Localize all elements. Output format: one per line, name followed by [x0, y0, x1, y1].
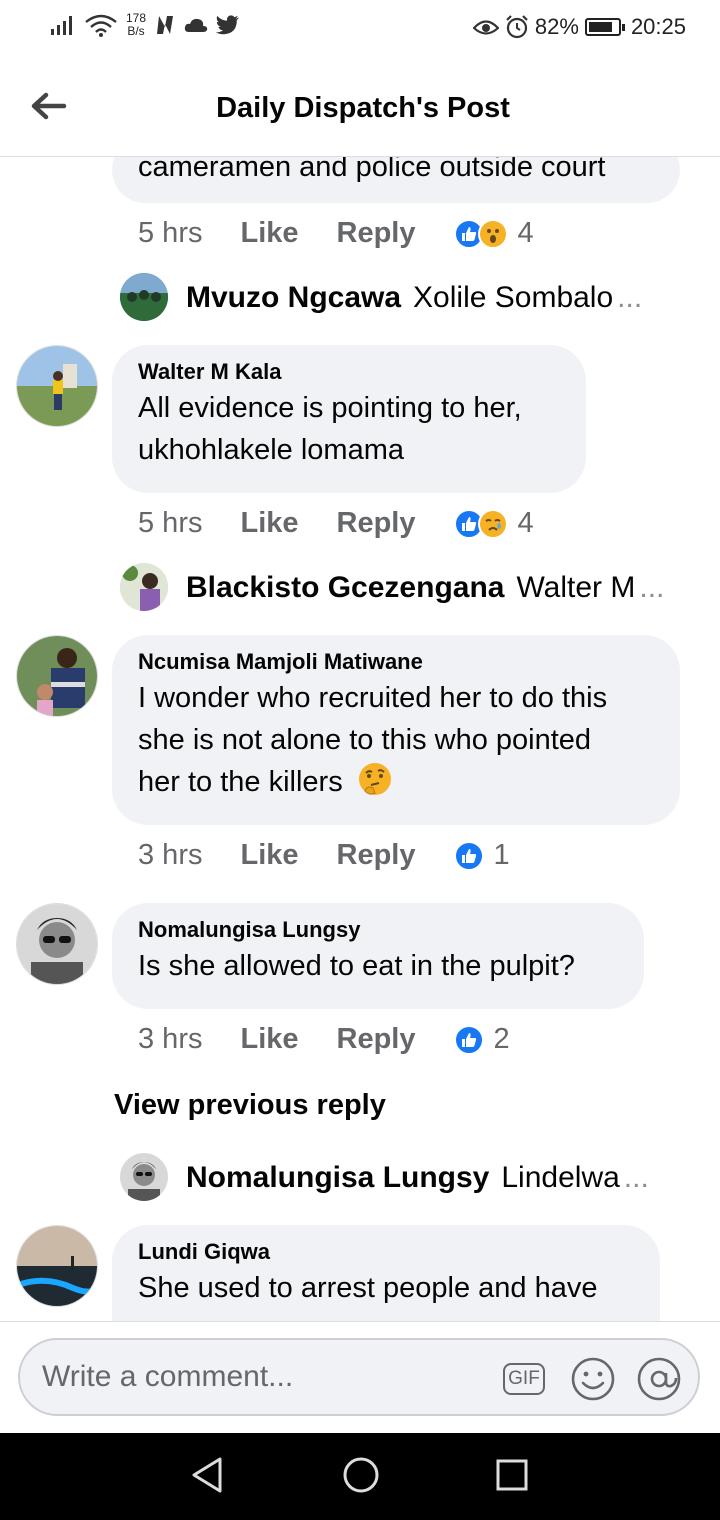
status-bar: 178 B/s 82% 20:25: [0, 0, 720, 62]
alarm-icon: [506, 15, 528, 39]
emoji-icon[interactable]: [570, 1356, 616, 1402]
reaction-count: 4: [517, 507, 534, 539]
comment-author[interactable]: Ncumisa Mamjoli Matiwane: [138, 647, 654, 677]
comment-author[interactable]: Nomalungisa Lungsy: [138, 915, 618, 945]
comment-text: cameramen and police outside court: [138, 157, 606, 183]
reply-preview[interactable]: Mvuzo Ngcawa Xolile Sombalo ...: [186, 281, 642, 315]
n-notification-icon: [157, 16, 174, 34]
avatar[interactable]: [120, 273, 168, 321]
like-button[interactable]: Like: [240, 217, 298, 250]
reply-ellipsis: ...: [623, 1161, 649, 1194]
thinking-face-icon: [358, 763, 391, 795]
wifi-icon: [85, 14, 117, 37]
comment-actions: 3 hrs Like Reply 2: [138, 1023, 510, 1056]
view-previous-reply-link[interactable]: View previous reply: [114, 1089, 386, 1122]
sad-reaction-icon: [477, 508, 508, 539]
battery-percent: 82%: [534, 14, 579, 39]
cloud-icon: [184, 18, 208, 32]
reply-text: Lindelwa: [501, 1161, 620, 1194]
twitter-icon: [216, 15, 240, 35]
comment-text-line: Is she allowed to eat in the pulpit?: [138, 950, 575, 982]
comment-text-line: She used to arrest people and have: [138, 1272, 598, 1304]
back-triangle-icon[interactable]: [190, 1455, 224, 1495]
reply-preview[interactable]: Nomalungisa Lungsy Lindelwa ...: [186, 1161, 649, 1195]
comment-author[interactable]: Walter M Kala: [138, 357, 560, 387]
status-right: 82% 20:25: [472, 14, 686, 40]
system-nav-bar: [0, 1433, 720, 1520]
reply-button[interactable]: Reply: [337, 839, 416, 872]
avatar[interactable]: [16, 1225, 98, 1307]
reaction-summary[interactable]: [453, 840, 484, 871]
comment-actions: 5 hrs Like Reply 4: [138, 217, 534, 250]
reply-preview[interactable]: Blackisto Gcezengana Walter M ...: [186, 571, 664, 605]
app-header: Daily Dispatch's Post: [0, 62, 720, 157]
wow-reaction-icon: [477, 218, 508, 249]
reply-author[interactable]: Nomalungisa Lungsy: [186, 1161, 489, 1195]
reply-ellipsis: ...: [639, 571, 665, 604]
gif-label: GIF: [503, 1363, 545, 1395]
like-button[interactable]: Like: [240, 839, 298, 872]
gif-icon[interactable]: GIF: [500, 1356, 548, 1402]
comment-text-line: she is not alone to this who pointed: [138, 724, 592, 756]
home-circle-icon[interactable]: [342, 1455, 380, 1495]
mention-icon[interactable]: [636, 1356, 682, 1402]
reply-author[interactable]: Blackisto Gcezengana: [186, 571, 504, 605]
reply-button[interactable]: Reply: [337, 217, 416, 250]
reaction-summary[interactable]: [453, 1024, 484, 1055]
comment-bubble[interactable]: Lundi Giqwa She used to arrest people an…: [112, 1225, 660, 1321]
comment-time[interactable]: 5 hrs: [138, 217, 202, 250]
reply-ellipsis: ...: [617, 281, 643, 314]
comment-actions: 5 hrs Like Reply 4: [138, 507, 534, 540]
comment-text-line-with-emoji: her to the killers: [138, 761, 654, 803]
eye-icon: [472, 20, 499, 35]
reply-author[interactable]: Mvuzo Ngcawa: [186, 281, 401, 315]
reaction-summary[interactable]: [453, 508, 508, 539]
network-speed: 178 B/s: [126, 12, 146, 38]
comment-bubble[interactable]: Nomalungisa Lungsy Is she allowed to eat…: [112, 903, 644, 1009]
comment-text-line: I wonder who recruited her to do this: [138, 682, 608, 714]
comment-bubble[interactable]: Walter M Kala All evidence is pointing t…: [112, 345, 586, 493]
avatar[interactable]: [120, 1153, 168, 1201]
avatar[interactable]: [16, 345, 98, 427]
reaction-summary[interactable]: [453, 218, 508, 249]
reply-text: Walter M: [516, 571, 636, 604]
comment-text-line: ukhohlakele lomama: [138, 434, 404, 466]
reply-button[interactable]: Reply: [337, 507, 416, 540]
comments-list[interactable]: cameramen and police outside court 5 hrs…: [0, 157, 720, 1321]
comment-time[interactable]: 3 hrs: [138, 839, 202, 872]
comment-actions: 3 hrs Like Reply 1: [138, 839, 510, 872]
page-title: Daily Dispatch's Post: [216, 92, 510, 124]
reaction-count: 2: [493, 1023, 510, 1055]
like-button[interactable]: Like: [240, 1023, 298, 1056]
network-speed-unit: B/s: [127, 24, 145, 38]
avatar[interactable]: [120, 563, 168, 611]
comment-time[interactable]: 5 hrs: [138, 507, 202, 540]
battery-icon: [584, 18, 625, 36]
like-reaction-icon: [453, 840, 484, 871]
comment-text-line: All evidence is pointing to her,: [138, 392, 522, 424]
like-reaction-icon: [453, 1024, 484, 1055]
reply-button[interactable]: Reply: [337, 1023, 416, 1056]
comment-bubble[interactable]: Ncumisa Mamjoli Matiwane I wonder who re…: [112, 635, 680, 825]
status-left: 178 B/s: [50, 12, 240, 38]
signal-icon: [51, 16, 72, 35]
avatar[interactable]: [16, 903, 98, 985]
clock: 20:25: [630, 14, 686, 39]
battery-level: [588, 22, 612, 32]
comment-placeholder: Write a comment...: [42, 1360, 294, 1393]
reaction-count: 4: [517, 217, 534, 249]
comment-time[interactable]: 3 hrs: [138, 1023, 202, 1056]
comment-text-line: her to the killers: [138, 766, 343, 798]
reaction-count: 1: [493, 839, 510, 871]
like-button[interactable]: Like: [240, 507, 298, 540]
comment-input[interactable]: Write a comment... GIF: [18, 1338, 700, 1416]
comment-composer: Write a comment... GIF: [0, 1321, 720, 1434]
reply-text: Xolile Sombalo: [413, 281, 614, 314]
comment-author[interactable]: Lundi Giqwa: [138, 1237, 634, 1267]
comment-bubble[interactable]: cameramen and police outside court: [112, 157, 680, 203]
avatar[interactable]: [16, 635, 98, 717]
recents-square-icon[interactable]: [494, 1455, 530, 1495]
